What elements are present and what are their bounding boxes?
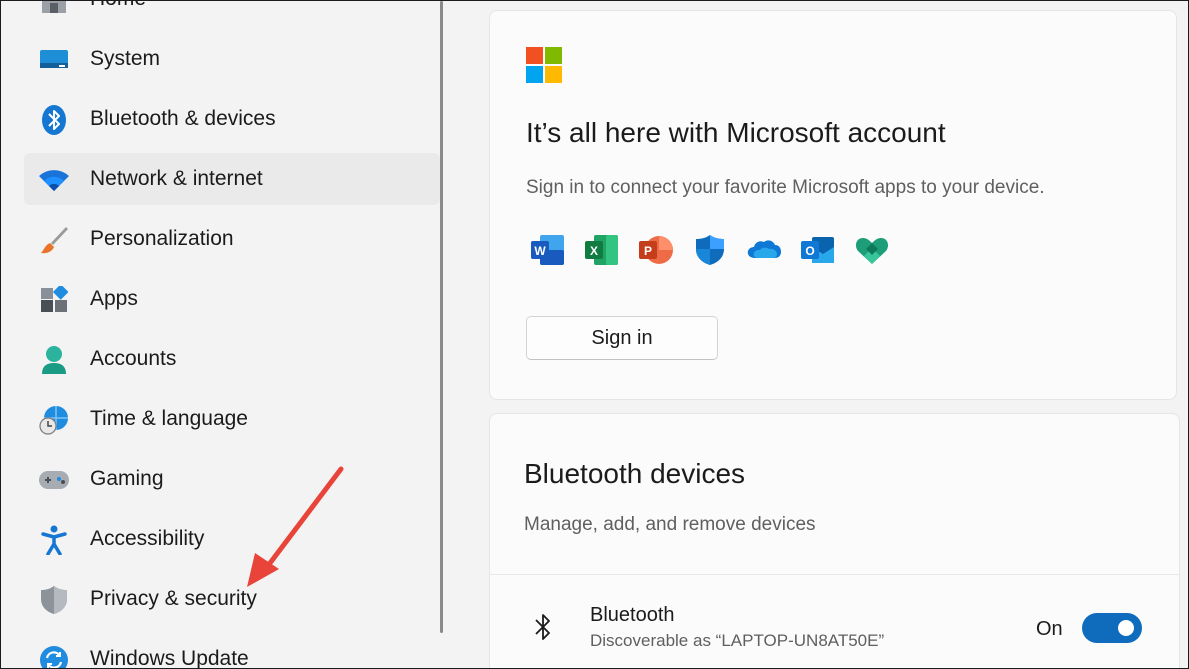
sidebar-item-label: Bluetooth & devices (90, 107, 276, 130)
word-icon: W (530, 233, 566, 267)
home-icon (38, 1, 70, 15)
sidebar-item-label: Windows Update (90, 647, 249, 669)
app-icons-row: W X P O (530, 233, 890, 267)
sidebar-item-windows-update[interactable]: Windows Update (24, 633, 440, 669)
account-card-title: It’s all here with Microsoft account (526, 117, 946, 148)
sidebar-scrollbar[interactable] (440, 1, 443, 633)
sidebar-item-time-language[interactable]: Time & language (24, 393, 440, 445)
sidebar-item-network[interactable]: Network & internet (24, 153, 440, 205)
sidebar-item-label: Network & internet (90, 167, 263, 190)
sidebar-item-label: Accessibility (90, 527, 205, 550)
family-icon (854, 233, 890, 267)
sidebar-item-label: Personalization (90, 227, 234, 250)
update-icon (38, 645, 70, 668)
sidebar-item-label: Gaming (90, 467, 164, 490)
sidebar-item-label: Time & language (90, 407, 248, 430)
settings-window: Home System Bluetooth & devices Network … (0, 0, 1189, 669)
sidebar-item-accessibility[interactable]: Accessibility (24, 513, 440, 565)
sidebar-item-accounts[interactable]: Accounts (24, 333, 440, 385)
shield-icon (38, 585, 70, 615)
brush-icon (38, 225, 70, 255)
sidebar-item-label: System (90, 47, 161, 70)
account-card-subtitle: Sign in to connect your favorite Microso… (526, 177, 1045, 198)
sidebar-item-system[interactable]: System (24, 33, 440, 85)
system-icon (38, 45, 70, 75)
outlook-icon: O (800, 233, 836, 267)
powerpoint-icon: P (638, 233, 674, 267)
bluetooth-icon (38, 105, 70, 135)
bluetooth-card-subtitle: Manage, add, and remove devices (524, 514, 816, 535)
bluetooth-symbol-icon (535, 614, 550, 640)
divider (490, 574, 1179, 575)
sidebar-item-label: Privacy & security (90, 587, 257, 610)
sidebar-item-home[interactable]: Home (24, 1, 440, 25)
wifi-icon (38, 165, 70, 195)
svg-text:W: W (534, 244, 546, 258)
globe-clock-icon (38, 405, 70, 435)
sidebar: Home System Bluetooth & devices Network … (1, 1, 441, 669)
bluetooth-toggle[interactable] (1082, 613, 1142, 643)
onedrive-icon (746, 233, 782, 267)
sidebar-item-label: Apps (90, 287, 138, 310)
svg-text:X: X (590, 244, 598, 258)
svg-text:P: P (644, 244, 652, 258)
bluetooth-card-title: Bluetooth devices (524, 458, 746, 489)
sidebar-item-bluetooth[interactable]: Bluetooth & devices (24, 93, 440, 145)
toggle-knob (1118, 620, 1134, 636)
sidebar-item-label: Accounts (90, 347, 177, 370)
microsoft-account-card: It’s all here with Microsoft account Sig… (489, 10, 1177, 400)
defender-icon (692, 233, 728, 267)
accessibility-icon (38, 525, 70, 555)
accounts-icon (38, 345, 70, 375)
microsoft-logo-icon (526, 47, 562, 83)
sidebar-item-privacy-security[interactable]: Privacy & security (24, 573, 440, 625)
bluetooth-row-label: Bluetooth (590, 604, 675, 626)
sidebar-item-personalization[interactable]: Personalization (24, 213, 440, 265)
gamepad-icon (38, 465, 70, 495)
bluetooth-devices-card: Bluetooth devices Manage, add, and remov… (489, 413, 1180, 668)
excel-icon: X (584, 233, 620, 267)
bluetooth-row-description: Discoverable as “LAPTOP-UN8AT50E” (590, 631, 885, 650)
toggle-state-label: On (1036, 618, 1063, 640)
sidebar-item-apps[interactable]: Apps (24, 273, 440, 325)
svg-text:O: O (805, 244, 814, 258)
annotation-arrow (247, 466, 344, 587)
sidebar-item-label: Home (90, 1, 146, 11)
sign-in-button[interactable]: Sign in (526, 316, 718, 360)
apps-icon (38, 285, 70, 315)
sidebar-item-gaming[interactable]: Gaming (24, 453, 440, 505)
